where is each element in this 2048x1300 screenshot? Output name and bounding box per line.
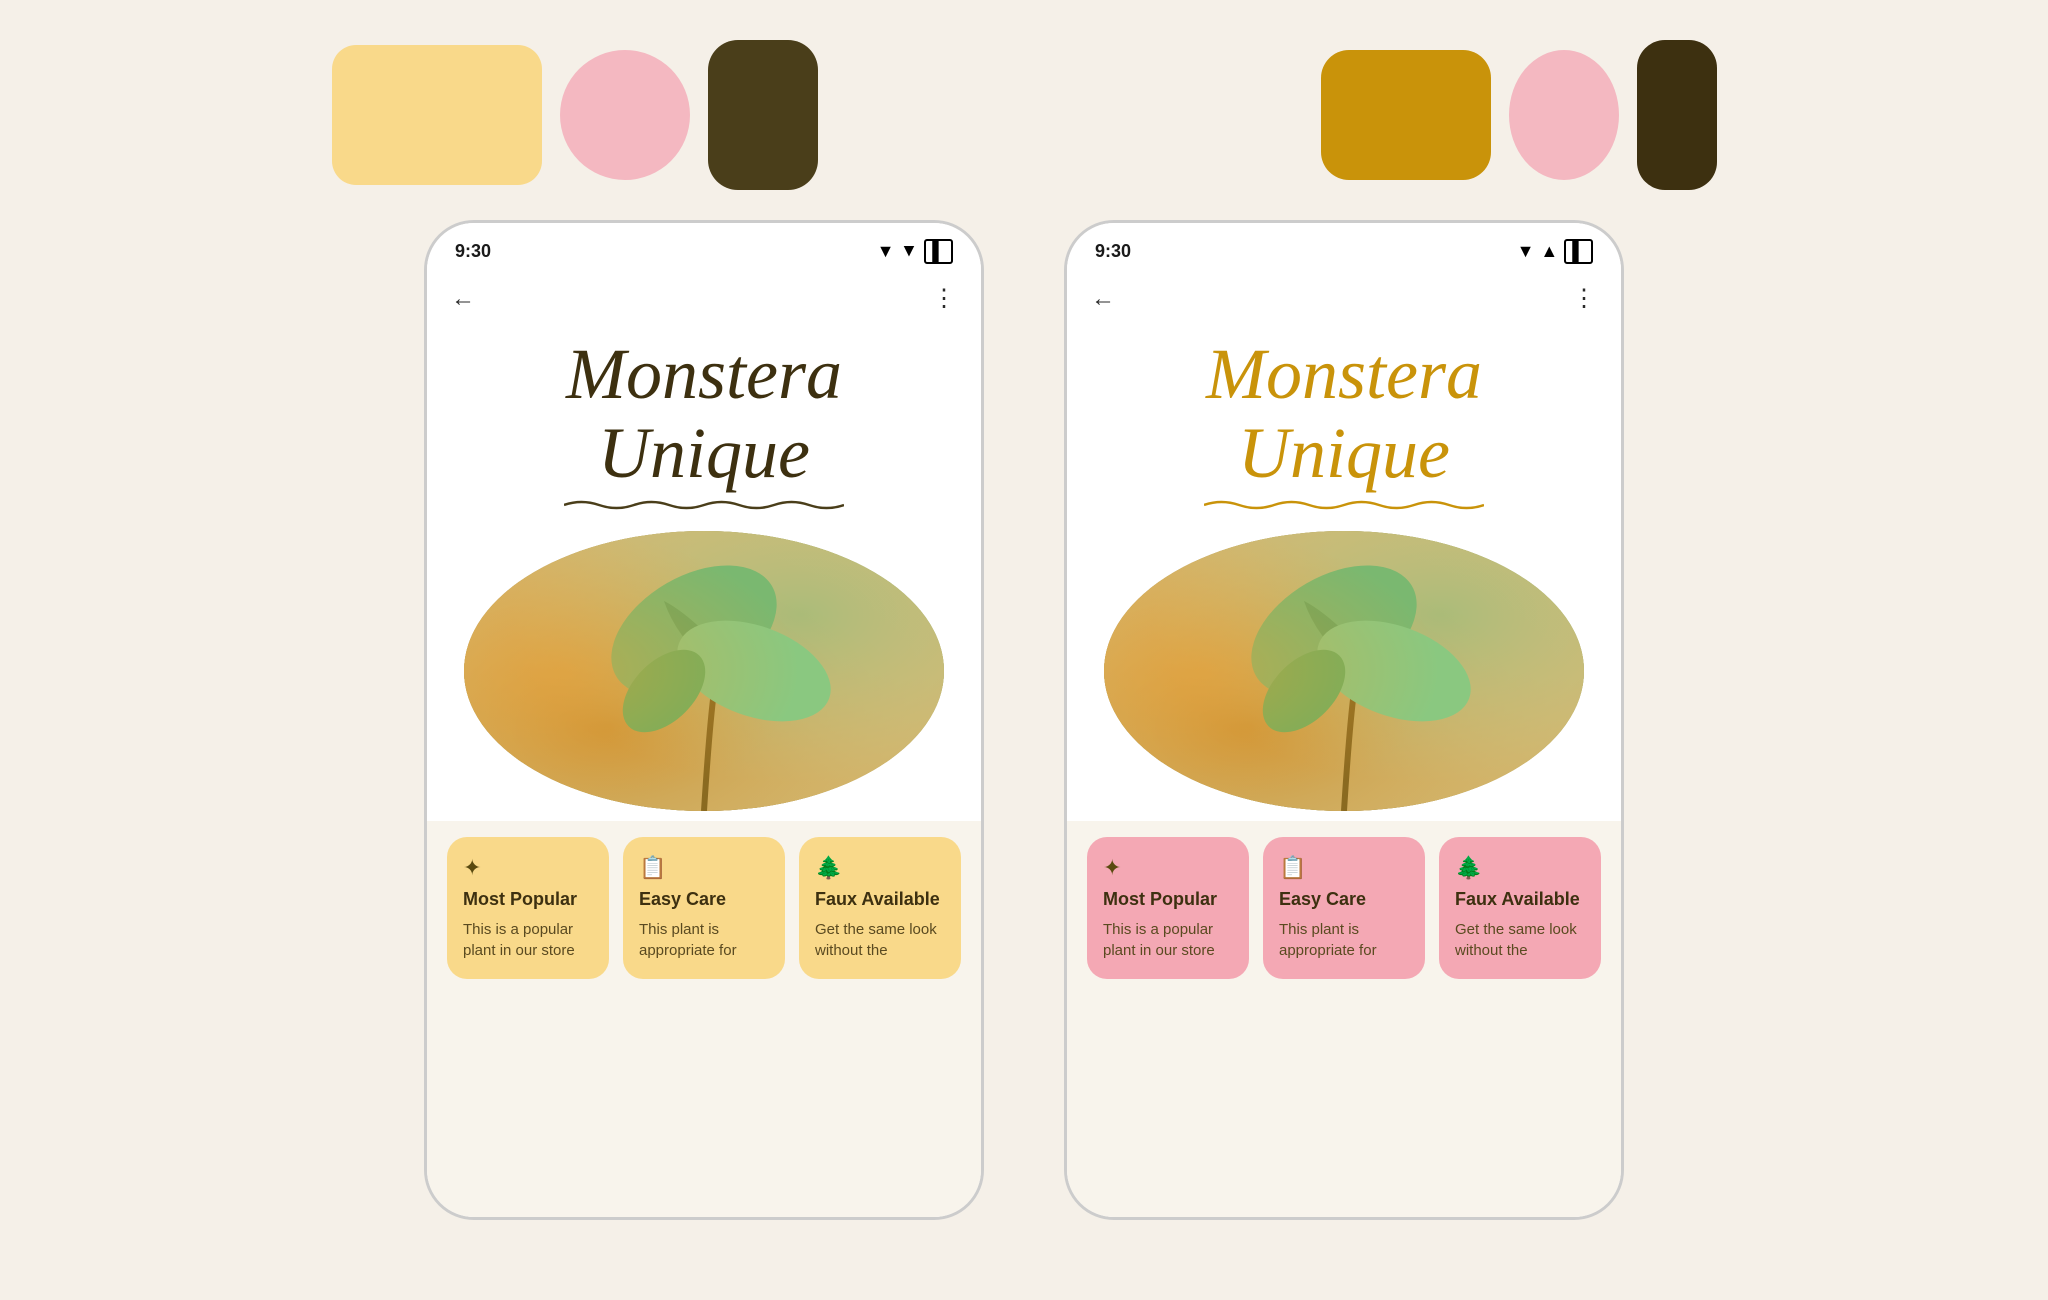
phones-section: 9:30 ▼ ▲ ▌ ← ⋮ Monstera Unique <box>344 220 1704 1300</box>
nav-bar-right: ← ⋮ <box>1067 272 1621 325</box>
swatch-dark-brown-left <box>708 40 818 190</box>
swatch-pink-right <box>1509 50 1619 180</box>
popular-title-left: Most Popular <box>463 889 593 911</box>
status-bar-left: 9:30 ▼ ▲ ▌ <box>427 223 981 272</box>
popular-title-right: Most Popular <box>1103 889 1233 911</box>
popular-desc-right: This is a popular plant in our store <box>1103 919 1233 961</box>
info-card-easy-left: 📋 Easy Care This plant is appropriate fo… <box>623 837 785 979</box>
color-swatches-left <box>332 40 818 190</box>
popular-icon-right: ✦ <box>1103 855 1233 881</box>
phone-left-screen: 9:30 ▼ ▲ ▌ ← ⋮ Monstera Unique <box>427 223 981 1217</box>
wifi-icon-left: ▼ <box>877 241 895 262</box>
easy-title-left: Easy Care <box>639 889 769 911</box>
battery-icon-left: ▌ <box>924 239 953 264</box>
status-bar-right: 9:30 ▼ ▲ ▌ <box>1067 223 1621 272</box>
more-button-left[interactable]: ⋮ <box>932 284 957 313</box>
easy-desc-left: This plant is appropriate for <box>639 919 769 961</box>
plant-title-left: Monstera Unique <box>427 325 981 511</box>
info-card-popular-right: ✦ Most Popular This is a popular plant i… <box>1087 837 1249 979</box>
phone-left: 9:30 ▼ ▲ ▌ ← ⋮ Monstera Unique <box>424 220 984 1220</box>
more-button-right[interactable]: ⋮ <box>1572 284 1597 313</box>
title-underline-right <box>1194 499 1494 511</box>
easy-desc-right: This plant is appropriate for <box>1279 919 1409 961</box>
plant-image-inner-right <box>1104 531 1584 811</box>
signal-icon-left: ▲ <box>900 241 918 262</box>
status-time-right: 9:30 <box>1095 241 1131 262</box>
plant-title-text-right: Monstera Unique <box>1097 335 1591 493</box>
plant-title-text-left: Monstera Unique <box>457 335 951 493</box>
easy-title-right: Easy Care <box>1279 889 1409 911</box>
wifi-icon-right: ▼ <box>1517 241 1535 262</box>
faux-icon-right: 🌲 <box>1455 855 1585 881</box>
plant-image-container-right <box>1067 511 1621 821</box>
status-icons-right: ▼ ▲ ▌ <box>1517 239 1593 264</box>
easy-icon-left: 📋 <box>639 855 769 881</box>
battery-icon-right: ▌ <box>1564 239 1593 264</box>
color-swatches-right <box>1321 40 1717 190</box>
faux-desc-right: Get the same look without the <box>1455 919 1585 961</box>
faux-title-right: Faux Available <box>1455 889 1585 911</box>
plant-title-right: Monstera Unique <box>1067 325 1621 511</box>
faux-icon-left: 🌲 <box>815 855 945 881</box>
swatch-yellow-gold <box>1321 50 1491 180</box>
back-button-left[interactable]: ← <box>451 285 475 313</box>
info-card-easy-right: 📋 Easy Care This plant is appropriate fo… <box>1263 837 1425 979</box>
plant-image-right <box>1104 531 1584 811</box>
faux-title-left: Faux Available <box>815 889 945 911</box>
nav-bar-left: ← ⋮ <box>427 272 981 325</box>
popular-desc-left: This is a popular plant in our store <box>463 919 593 961</box>
info-card-faux-right: 🌲 Faux Available Get the same look witho… <box>1439 837 1601 979</box>
plant-image-inner-left <box>464 531 944 811</box>
swatch-dark-brown-right <box>1637 40 1717 190</box>
easy-icon-right: 📋 <box>1279 855 1409 881</box>
popular-icon-left: ✦ <box>463 855 593 881</box>
info-cards-right: ✦ Most Popular This is a popular plant i… <box>1067 821 1621 995</box>
info-cards-left: ✦ Most Popular This is a popular plant i… <box>427 821 981 995</box>
swatch-yellow-light <box>332 45 542 185</box>
plant-image-left <box>464 531 944 811</box>
status-time-left: 9:30 <box>455 241 491 262</box>
top-section <box>0 0 2048 220</box>
plant-image-container-left <box>427 511 981 821</box>
faux-desc-left: Get the same look without the <box>815 919 945 961</box>
phone-right: 9:30 ▼ ▲ ▌ ← ⋮ Monstera Unique <box>1064 220 1624 1220</box>
swatch-pink-left <box>560 50 690 180</box>
title-underline-left <box>554 499 854 511</box>
phone-right-screen: 9:30 ▼ ▲ ▌ ← ⋮ Monstera Unique <box>1067 223 1621 1217</box>
info-card-popular-left: ✦ Most Popular This is a popular plant i… <box>447 837 609 979</box>
signal-icon-right: ▲ <box>1540 241 1558 262</box>
back-button-right[interactable]: ← <box>1091 285 1115 313</box>
status-icons-left: ▼ ▲ ▌ <box>877 239 953 264</box>
info-card-faux-left: 🌲 Faux Available Get the same look witho… <box>799 837 961 979</box>
